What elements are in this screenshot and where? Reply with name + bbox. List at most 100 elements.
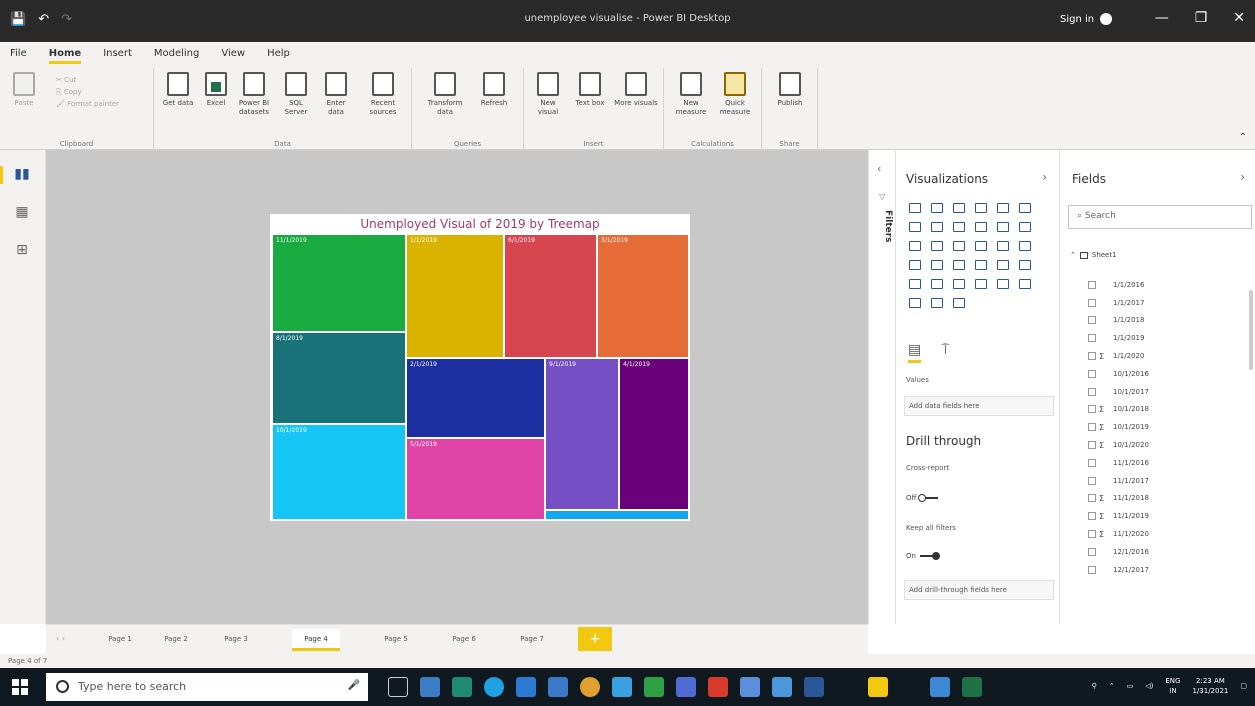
page-tab[interactable]: Page 3 xyxy=(212,629,260,651)
tab-home[interactable]: Home xyxy=(48,48,82,64)
powerbi-datasets-button[interactable]: Power BI datasets xyxy=(236,72,272,117)
app-icon[interactable] xyxy=(708,677,728,697)
visual-type-icon[interactable] xyxy=(928,276,944,290)
drill-through-drop-well[interactable]: Add drill-through fields here xyxy=(904,580,1054,600)
field-item[interactable]: 1/1/2018 xyxy=(1088,312,1248,330)
field-item[interactable]: 11/1/2017 xyxy=(1088,472,1248,490)
page-tab[interactable]: Page 6 xyxy=(440,629,488,651)
field-item[interactable]: 12/1/2016 xyxy=(1088,543,1248,561)
taskbar-search-input[interactable]: Type here to search 🎤 xyxy=(46,673,368,701)
vscode-icon[interactable] xyxy=(516,677,536,697)
tab-view[interactable]: View xyxy=(221,48,245,59)
field-item[interactable]: 12/1/2017 xyxy=(1088,561,1248,579)
format-paint-roller-icon[interactable]: ⍑ xyxy=(941,342,949,363)
keep-filters-toggle[interactable]: On xyxy=(906,552,940,560)
field-checkbox[interactable] xyxy=(1088,547,1096,556)
tab-file[interactable]: File xyxy=(10,48,27,59)
volume-icon[interactable]: ◁) xyxy=(1145,682,1153,690)
visual-type-icon[interactable] xyxy=(928,219,944,233)
visual-type-icon[interactable] xyxy=(906,200,922,214)
field-item[interactable]: 11/1/2016 xyxy=(1088,454,1248,472)
field-checkbox[interactable] xyxy=(1088,494,1096,503)
people-icon[interactable]: ⚲ xyxy=(1092,682,1097,690)
field-checkbox[interactable] xyxy=(1088,298,1096,307)
chevron-right-icon[interactable]: › xyxy=(1240,170,1245,184)
publish-button[interactable]: Publish xyxy=(770,72,810,108)
tray-overflow-icon[interactable]: ⌃ xyxy=(1109,682,1115,690)
field-checkbox[interactable] xyxy=(1088,441,1096,450)
sign-in-button[interactable]: Sign in xyxy=(1060,13,1113,25)
field-checkbox[interactable] xyxy=(1088,387,1096,396)
page-tab[interactable]: Page 5 xyxy=(372,629,420,651)
field-item[interactable]: 1/1/2019 xyxy=(1088,329,1248,347)
visual-type-icon[interactable] xyxy=(994,219,1010,233)
quick-measure-button[interactable]: Quick measure xyxy=(714,72,756,117)
transform-data-button[interactable]: Transform data xyxy=(420,72,470,117)
values-drop-well[interactable]: Add data fields here xyxy=(904,396,1054,416)
field-item[interactable]: Σ 10/1/2020 xyxy=(1088,436,1248,454)
treemap-tile[interactable]: 6/1/2019 xyxy=(504,234,597,358)
treemap-tile[interactable]: 2/1/2019 xyxy=(406,358,545,438)
treemap-tile[interactable] xyxy=(545,510,689,520)
field-item[interactable]: Σ 10/1/2019 xyxy=(1088,418,1248,436)
fields-search-input[interactable]: ⌕ Search xyxy=(1068,205,1252,229)
treemap-tile[interactable]: 9/1/2019 xyxy=(545,358,619,510)
visual-type-icon[interactable] xyxy=(972,200,988,214)
field-checkbox[interactable] xyxy=(1088,530,1096,539)
task-view-icon[interactable] xyxy=(388,677,408,697)
visual-type-icon[interactable] xyxy=(906,276,922,290)
close-icon[interactable]: ✕ xyxy=(1233,10,1245,26)
app-icon[interactable] xyxy=(676,677,696,697)
format-painter-button[interactable]: 🖌 Format painter xyxy=(56,98,119,110)
field-checkbox[interactable] xyxy=(1088,280,1096,289)
field-checkbox[interactable] xyxy=(1088,405,1096,414)
visual-type-icon[interactable] xyxy=(906,238,922,252)
field-checkbox[interactable] xyxy=(1088,352,1096,361)
get-data-button[interactable]: Get data xyxy=(160,72,196,108)
text-box-button[interactable]: Text box xyxy=(572,72,608,108)
page-tab[interactable]: Page 7 xyxy=(508,629,556,651)
visual-type-icon[interactable] xyxy=(1016,276,1032,290)
tab-help[interactable]: Help xyxy=(267,48,290,59)
visual-type-icon[interactable] xyxy=(1016,238,1032,252)
visual-type-icon[interactable] xyxy=(950,257,966,271)
field-item[interactable]: Σ 11/1/2019 xyxy=(1088,507,1248,525)
file-explorer-icon[interactable] xyxy=(420,677,440,697)
visual-type-icon[interactable] xyxy=(928,238,944,252)
app-icon[interactable] xyxy=(772,677,792,697)
field-item[interactable]: 10/1/2016 xyxy=(1088,365,1248,383)
visual-type-icon[interactable] xyxy=(1016,200,1032,214)
treemap-tile[interactable]: 1/1/2019 xyxy=(406,234,504,358)
excel-icon[interactable] xyxy=(962,677,982,697)
visual-type-icon[interactable] xyxy=(906,257,922,271)
treemap-tile[interactable]: 3/1/2019 xyxy=(597,234,689,358)
powerbi-icon[interactable] xyxy=(868,677,888,697)
chevron-right-icon[interactable]: › xyxy=(1042,170,1047,184)
field-checkbox[interactable] xyxy=(1088,334,1096,343)
field-checkbox[interactable] xyxy=(1088,512,1096,521)
filters-pane[interactable]: ‹ ▽ Filters xyxy=(868,150,896,624)
field-item[interactable]: Σ 10/1/2018 xyxy=(1088,401,1248,419)
treemap-visual[interactable]: Unemployed Visual of 2019 by Treemap 11/… xyxy=(270,214,690,521)
edge-icon[interactable] xyxy=(484,677,504,697)
page-nav-arrows[interactable]: ‹ › xyxy=(56,634,65,643)
enter-data-button[interactable]: Enter data xyxy=(318,72,354,117)
field-checkbox[interactable] xyxy=(1088,316,1096,325)
word-icon[interactable] xyxy=(804,677,824,697)
visual-type-icon[interactable] xyxy=(906,219,922,233)
paste-button[interactable]: Paste xyxy=(6,72,42,108)
field-item[interactable]: 10/1/2017 xyxy=(1088,383,1248,401)
chrome-icon[interactable] xyxy=(580,677,600,697)
field-checkbox[interactable] xyxy=(1088,458,1096,467)
page-tab[interactable]: Page 2 xyxy=(152,629,200,651)
app-icon[interactable] xyxy=(548,677,568,697)
visual-type-icon[interactable] xyxy=(1016,257,1032,271)
new-visual-button[interactable]: New visual xyxy=(530,72,566,117)
visual-type-icon[interactable] xyxy=(972,219,988,233)
cross-report-toggle[interactable]: Off xyxy=(906,494,939,502)
app-icon[interactable] xyxy=(740,677,760,697)
sql-server-button[interactable]: SQL Server xyxy=(278,72,314,117)
windows-start-icon[interactable] xyxy=(12,679,28,695)
visual-type-icon[interactable] xyxy=(994,257,1010,271)
field-item[interactable]: 1/1/2016 xyxy=(1088,276,1248,294)
